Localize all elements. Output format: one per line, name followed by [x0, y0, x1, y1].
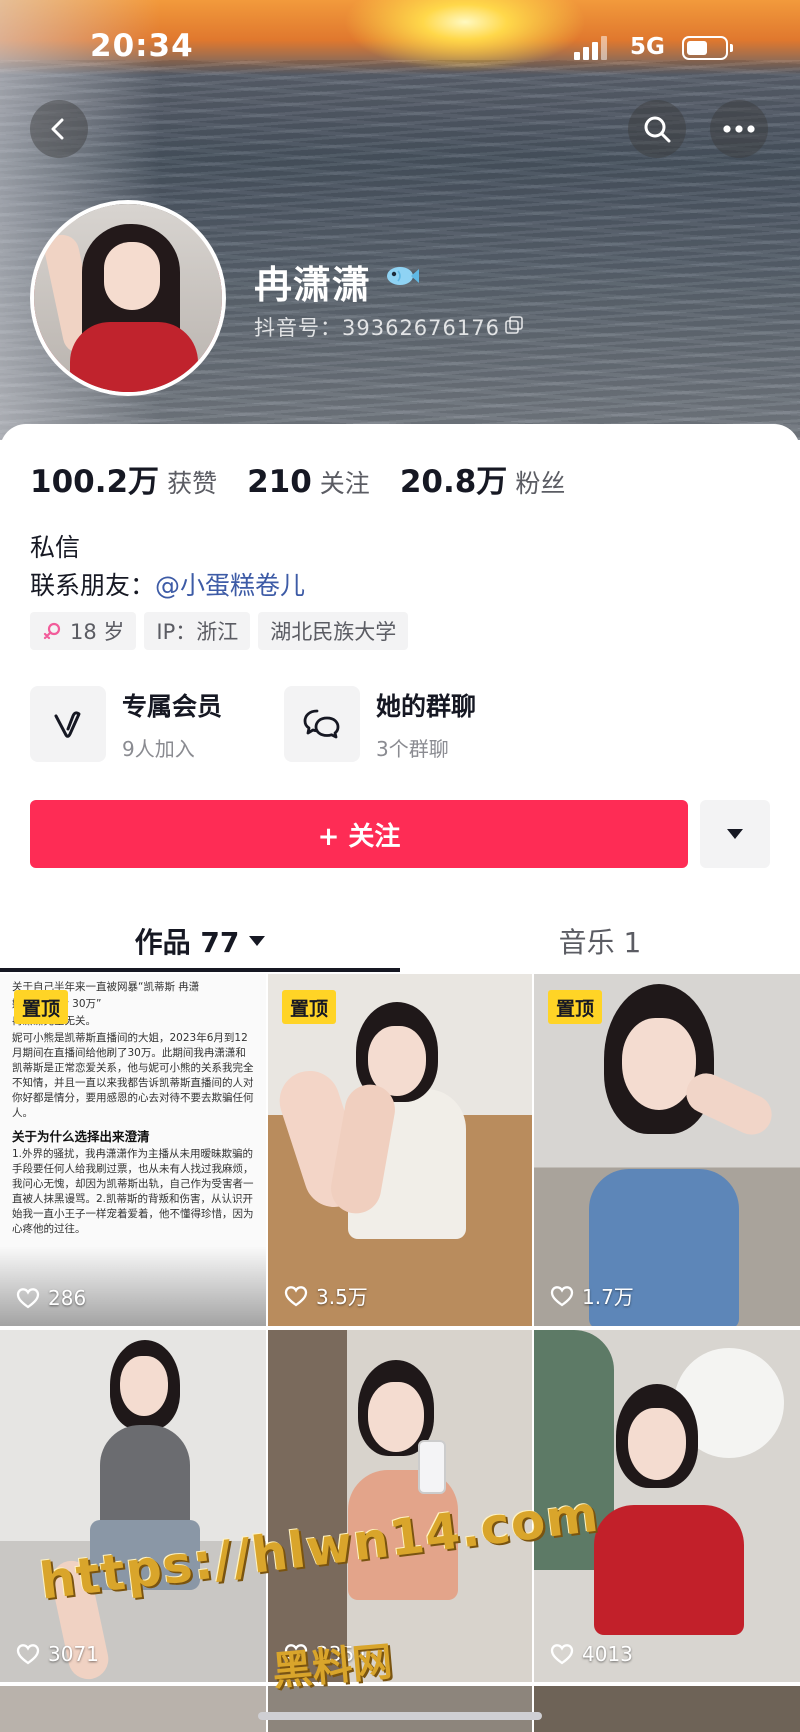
- fish-badge-icon: [387, 267, 419, 285]
- school-tag[interactable]: 湖北民族大学: [258, 612, 409, 650]
- pinned-badge: 置顶: [548, 990, 603, 1024]
- contact-prefix: 联系朋友：: [30, 571, 156, 600]
- nickname: 冉潇潇: [254, 263, 372, 307]
- age-tag: 18 岁: [30, 612, 137, 650]
- member-count: 9人加入: [122, 736, 195, 761]
- video-tile[interactable]: 关于自己半年来一直被网暴“凯蒂斯 冉潇 妮可小熊yw 30万” 冉潇潇完全无关。…: [0, 974, 266, 1326]
- network-type: 5G: [630, 34, 665, 60]
- group-chat-icon: [303, 709, 340, 739]
- female-icon: [43, 622, 61, 640]
- stat-following[interactable]: 210 关注: [247, 464, 370, 500]
- like-count: 1.7万: [550, 1281, 634, 1310]
- contact-handle-link[interactable]: @小蛋糕卷儿: [155, 571, 305, 600]
- group-title: 她的群聊: [376, 691, 477, 721]
- pinned-badge: 置顶: [14, 990, 69, 1024]
- stat-likes: 100.2万 获赞: [30, 464, 218, 500]
- profile-tags: 18 岁 IP：浙江 湖北民族大学: [30, 612, 416, 650]
- avatar[interactable]: [30, 200, 226, 396]
- battery-icon: [682, 36, 733, 60]
- battery-level: [687, 41, 707, 55]
- heart-icon: [284, 1285, 308, 1306]
- watermark-site: 黑料网: [270, 1638, 395, 1696]
- copy-icon[interactable]: [505, 316, 523, 334]
- heart-icon: [16, 1288, 40, 1309]
- home-indicator: [258, 1712, 542, 1720]
- works-grid: 关于自己半年来一直被网暴“凯蒂斯 冉潇 妮可小熊yw 30万” 冉潇潇完全无关。…: [0, 974, 800, 1732]
- tab-music[interactable]: 音乐 1: [400, 904, 800, 978]
- next-row-preview: [0, 1686, 800, 1732]
- status-time: 20:34: [90, 28, 194, 64]
- content-tabs: 作品 77 音乐 1: [0, 904, 800, 978]
- chevron-left-icon: [51, 118, 64, 140]
- like-count: 3.5万: [284, 1281, 368, 1310]
- more-button[interactable]: [710, 100, 768, 158]
- follow-button[interactable]: + 关注: [30, 800, 688, 868]
- heart-icon: [550, 1644, 574, 1665]
- stat-followers[interactable]: 20.8万 粉丝: [400, 456, 566, 501]
- search-button[interactable]: [628, 100, 686, 158]
- exclusive-member-entry[interactable]: 专属会员 9人加入: [30, 686, 222, 762]
- member-v-icon: [54, 711, 81, 738]
- contact-friend: 联系朋友：@小蛋糕卷儿: [30, 566, 305, 602]
- caret-down-icon: [249, 936, 266, 946]
- back-button[interactable]: [30, 100, 88, 158]
- video-tile[interactable]: 置顶 1.7万: [534, 974, 800, 1326]
- more-dots-icon: [723, 125, 755, 133]
- video-tile[interactable]: 3071: [0, 1330, 266, 1682]
- heart-icon: [16, 1644, 40, 1665]
- group-count: 3个群聊: [376, 736, 449, 761]
- profile-stats: 100.2万 获赞 210 关注 20.8万 粉丝: [30, 456, 595, 501]
- tab-active-indicator: [0, 968, 400, 972]
- tab-works[interactable]: 作品 77: [0, 904, 400, 978]
- video-tile[interactable]: 置顶 3.5万: [268, 974, 532, 1326]
- heart-icon: [550, 1285, 574, 1306]
- pinned-badge: 置顶: [282, 990, 337, 1024]
- douyin-id: 抖音号：39362676176: [254, 316, 500, 340]
- ip-tag: IP：浙江: [144, 612, 251, 650]
- caret-down-icon: [727, 829, 743, 839]
- status-bar: 20:34 5G: [0, 0, 800, 96]
- search-icon: [644, 116, 671, 143]
- group-chat-entry[interactable]: 她的群聊 3个群聊: [284, 686, 476, 762]
- like-count: 3071: [16, 1642, 99, 1666]
- recommend-dropdown-button[interactable]: [700, 800, 770, 868]
- dm-link[interactable]: 私信: [30, 528, 80, 564]
- signal-icon: [574, 36, 610, 60]
- like-count: 286: [16, 1286, 86, 1310]
- like-count: 4013: [550, 1642, 633, 1666]
- member-title: 专属会员: [122, 691, 223, 721]
